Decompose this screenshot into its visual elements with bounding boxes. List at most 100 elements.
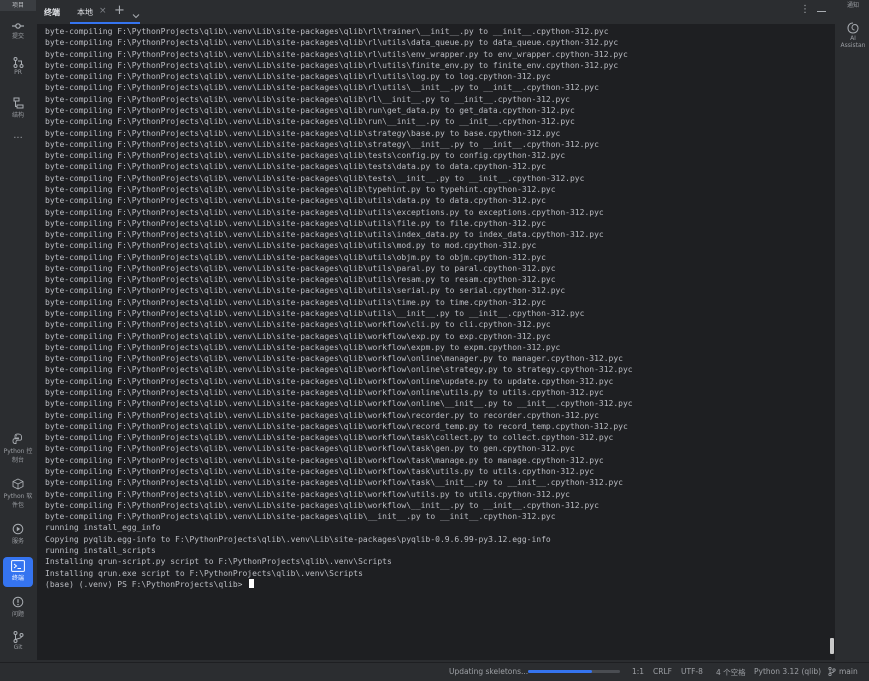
terminal-line: Installing qrun-script.py script to F:\P… [45, 557, 392, 567]
terminal-line: byte-compiling F:\PythonProjects\qlib\.v… [45, 410, 599, 420]
terminal-line: byte-compiling F:\PythonProjects\qlib\.v… [45, 320, 551, 330]
python-interpreter[interactable]: Python 3.12 (qlib) [754, 667, 821, 676]
terminal-line: byte-compiling F:\PythonProjects\qlib\.v… [45, 128, 561, 138]
text-cursor [249, 578, 255, 588]
terminal-line: byte-compiling F:\PythonProjects\qlib\.v… [45, 27, 609, 36]
terminal-scrollbar-thumb[interactable] [830, 638, 834, 654]
terminal-icon [11, 560, 25, 572]
terminal-line: byte-compiling F:\PythonProjects\qlib\.v… [45, 421, 628, 431]
commit-tool-button[interactable]: 提交 [3, 22, 33, 40]
pull-request-icon [13, 57, 23, 68]
terminal-line: byte-compiling F:\PythonProjects\qlib\.v… [45, 230, 604, 240]
python-console-tool-button[interactable]: Python 控制台 [3, 433, 33, 464]
file-encoding[interactable]: UTF-8 [681, 667, 703, 676]
terminal-line: byte-compiling F:\PythonProjects\qlib\.v… [45, 478, 623, 488]
terminal-line: byte-compiling F:\PythonProjects\qlib\.v… [45, 489, 570, 499]
terminal-line: byte-compiling F:\PythonProjects\qlib\.v… [45, 512, 556, 522]
terminal-line: byte-compiling F:\PythonProjects\qlib\.v… [45, 466, 595, 476]
status-bar: Updating skeletons... 1:1 CRLF UTF-8 4 个… [0, 662, 869, 681]
problems-icon [12, 596, 24, 608]
terminal-line: byte-compiling F:\PythonProjects\qlib\.v… [45, 354, 623, 364]
problems-tool-button[interactable]: 问题 [3, 596, 33, 618]
python-console-icon [12, 433, 22, 444]
ai-assistant-icon [847, 22, 859, 34]
terminal-line: byte-compiling F:\PythonProjects\qlib\.v… [45, 388, 604, 397]
ai-assistant-button[interactable]: AI Assistan [838, 22, 868, 49]
terminal-line: byte-compiling F:\PythonProjects\qlib\.v… [45, 433, 614, 443]
terminal-line: byte-compiling F:\PythonProjects\qlib\.v… [45, 252, 546, 262]
structure-icon [13, 97, 23, 109]
services-label: 服务 [11, 538, 24, 545]
prompt-text: (base) (.venv) PS F:\PythonProjects\qlib… [45, 579, 248, 589]
terminal-tool-button[interactable]: 终端 [3, 557, 33, 587]
new-tab-icon[interactable]: + [114, 3, 125, 18]
git-icon [13, 631, 23, 643]
close-icon[interactable]: × [99, 6, 107, 16]
terminal-line: byte-compiling F:\PythonProjects\qlib\.v… [45, 83, 599, 93]
more-tools-button[interactable]: ··· [3, 133, 33, 145]
left-toolbar: 项目 提交 PR 结构 ··· Python 控制台 Python 软件包 服务… [0, 0, 36, 680]
pull-request-tool-button[interactable]: PR [3, 57, 33, 76]
structure-label: 结构 [11, 112, 24, 119]
terminal-line: byte-compiling F:\PythonProjects\qlib\.v… [45, 399, 633, 409]
terminal-line: byte-compiling F:\PythonProjects\qlib\.v… [45, 218, 546, 228]
terminal-line: byte-compiling F:\PythonProjects\qlib\.v… [45, 173, 585, 183]
terminal-line: byte-compiling F:\PythonProjects\qlib\.v… [45, 376, 614, 386]
terminal-line: byte-compiling F:\PythonProjects\qlib\.v… [45, 500, 599, 510]
terminal-line: byte-compiling F:\PythonProjects\qlib\.v… [45, 60, 619, 70]
python-packages-label: Python 软件包 [3, 493, 33, 509]
commit-label: 提交 [11, 33, 24, 40]
python-console-label: Python 控制台 [3, 448, 33, 464]
more-icon: ··· [13, 133, 23, 144]
terminal-line: running install_scripts [45, 545, 156, 555]
terminal-line: running install_egg_info [45, 523, 161, 533]
tab-local-label: 本地 [77, 8, 93, 17]
terminal-output[interactable]: byte-compiling F:\PythonProjects\qlib\.v… [37, 24, 835, 660]
terminal-line: byte-compiling F:\PythonProjects\qlib\.v… [45, 207, 604, 217]
tab-local[interactable]: 本地 × [70, 0, 140, 24]
chevron-down-icon[interactable] [132, 5, 140, 24]
python-packages-icon [12, 478, 24, 490]
git-branch[interactable]: main [839, 667, 858, 676]
terminal-line: byte-compiling F:\PythonProjects\qlib\.v… [45, 162, 546, 172]
git-tool-button[interactable]: Git [3, 631, 33, 651]
python-packages-tool-button[interactable]: Python 软件包 [3, 478, 33, 509]
structure-tool-button[interactable]: 结构 [3, 97, 33, 119]
progress-fill [528, 670, 593, 673]
terminal-tab-bar: 终端 本地 × + ⋮ [36, 0, 837, 24]
terminal-line: byte-compiling F:\PythonProjects\qlib\.v… [45, 309, 585, 319]
terminal-label: 终端 [11, 575, 24, 582]
project-button[interactable]: 项目 [0, 0, 36, 11]
branch-icon [828, 667, 836, 676]
pull-request-label: PR [14, 69, 22, 76]
terminal-line: byte-compiling F:\PythonProjects\qlib\.v… [45, 94, 570, 104]
commit-icon [12, 23, 24, 29]
terminal-lines: byte-compiling F:\PythonProjects\qlib\.v… [45, 26, 633, 590]
terminal-line: byte-compiling F:\PythonProjects\qlib\.v… [45, 105, 575, 115]
terminal-line: byte-compiling F:\PythonProjects\qlib\.v… [45, 38, 619, 48]
terminal-line: byte-compiling F:\PythonProjects\qlib\.v… [45, 275, 556, 285]
terminal-prompt[interactable]: (base) (.venv) PS F:\PythonProjects\qlib… [45, 578, 633, 590]
caret-position[interactable]: 1:1 [632, 667, 644, 676]
problems-label: 问题 [11, 611, 24, 618]
more-options-icon[interactable]: ⋮ [800, 5, 810, 15]
terminal-line: byte-compiling F:\PythonProjects\qlib\.v… [45, 151, 566, 161]
terminal-line: byte-compiling F:\PythonProjects\qlib\.v… [45, 455, 604, 465]
minimize-icon[interactable] [817, 11, 826, 12]
notifications-button[interactable]: 通知 [839, 0, 867, 9]
ai-assistant-label: AI Assistan [840, 35, 866, 49]
terminal-line: byte-compiling F:\PythonProjects\qlib\.v… [45, 241, 537, 251]
tool-window-title: 终端 [44, 8, 60, 17]
terminal-line: byte-compiling F:\PythonProjects\qlib\.v… [45, 139, 599, 149]
services-tool-button[interactable]: 服务 [3, 523, 33, 545]
indent-setting[interactable]: 4 个空格 [716, 667, 746, 678]
terminal-line: byte-compiling F:\PythonProjects\qlib\.v… [45, 286, 566, 296]
terminal-line: Copying pyqlib.egg-info to F:\PythonProj… [45, 534, 551, 544]
background-task-label[interactable]: Updating skeletons... [449, 667, 528, 676]
terminal-line: byte-compiling F:\PythonProjects\qlib\.v… [45, 263, 556, 273]
services-icon [12, 523, 24, 535]
terminal-line: byte-compiling F:\PythonProjects\qlib\.v… [45, 49, 628, 59]
line-separator[interactable]: CRLF [653, 667, 672, 676]
terminal-line: byte-compiling F:\PythonProjects\qlib\.v… [45, 117, 575, 127]
terminal-line: byte-compiling F:\PythonProjects\qlib\.v… [45, 342, 561, 352]
